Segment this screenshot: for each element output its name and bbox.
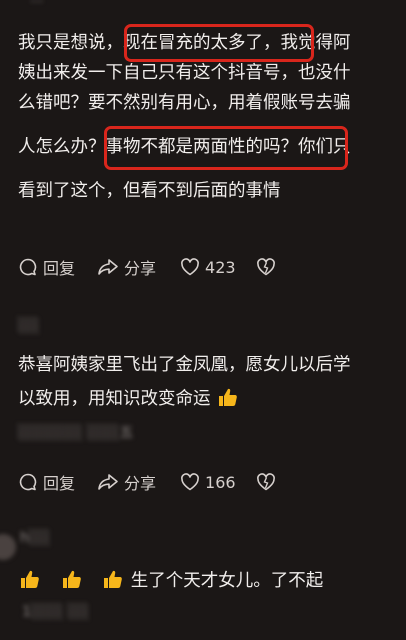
comment-1-like-button[interactable]: 423: [180, 258, 236, 277]
comment-2-like-count: 166: [205, 472, 236, 492]
comment-3-text-line: 生了个天才女儿。了不起: [18, 566, 323, 596]
heart-icon: [181, 473, 199, 491]
comment-1-line-5: 看到了这个，但看不到后面的事情: [18, 181, 281, 201]
comment-1-like-count: 423: [205, 257, 236, 277]
highlight-box-2: [104, 126, 348, 170]
comment-2-actions: 回复 分享 166: [18, 468, 276, 496]
comment-2-share-button[interactable]: 分享: [97, 470, 156, 494]
comment-2-line-1: 恭喜阿姨家里飞出了金凤凰，愿女儿以后学: [18, 355, 351, 375]
comment-3-author: h░░: [20, 530, 51, 546]
comment-1-share-button[interactable]: 分享: [97, 255, 156, 279]
share-icon: [98, 259, 118, 275]
comment-1-dislike-button[interactable]: [256, 258, 276, 276]
heart-icon: [181, 258, 199, 276]
comment-icon: [19, 258, 37, 276]
comment-1-actions: 回复 分享 423: [18, 253, 276, 281]
thumbs-up-emoji: [62, 570, 81, 588]
comment-2-line-2-text: 以致用，用知识改变命运: [18, 389, 211, 409]
comment-3-avatar[interactable]: [0, 534, 16, 560]
share-icon: [98, 474, 118, 490]
comment-2-reply-button[interactable]: 回复: [18, 470, 75, 494]
comment-1-line-2: 姨出来发一下自己只有这个抖音号，也没什: [18, 63, 351, 83]
comment-icon: [19, 473, 37, 491]
comment-2-subtext: ░░░░░░ ░░░五: [18, 425, 134, 441]
thumbs-up-emoji: [219, 388, 237, 406]
comment-3-subtext: 1░░░ ░░: [22, 604, 90, 620]
comment-2-share-label: 分享: [124, 474, 157, 493]
comment-3-text: 生了个天才女儿。了不起: [130, 571, 324, 591]
comment-2-line-2: 以致用，用知识改变命运: [18, 384, 238, 414]
comment-1-line-3: 么错吧？要不然别有用心，用着假账号去骗: [18, 93, 351, 113]
thumbs-up-emoji: [21, 570, 39, 588]
comment-2-reply-label: 回复: [43, 474, 76, 493]
comment-2-dislike-button[interactable]: [256, 473, 276, 491]
highlight-box-1: [124, 24, 314, 62]
comment-1-reply-button[interactable]: 回复: [18, 255, 75, 279]
dislike-heart-icon: [256, 473, 275, 491]
comment-1-reply-label: 回复: [43, 259, 76, 278]
dislike-heart-icon: [256, 258, 275, 276]
comment-2-like-button[interactable]: 166: [180, 473, 236, 492]
comment-1-share-label: 分享: [124, 259, 157, 278]
top-author-name: ···: [30, 0, 44, 10]
thumbs-up-emoji: [104, 570, 122, 588]
comment-2-author: ░░: [18, 318, 40, 334]
